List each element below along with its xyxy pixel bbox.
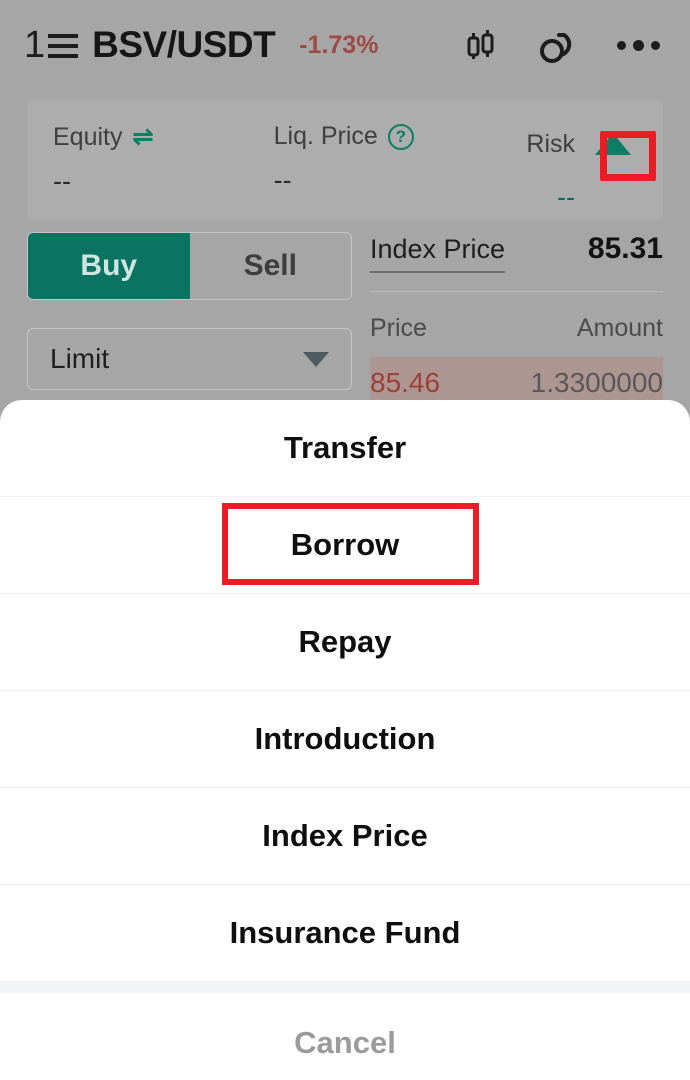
help-circle-icon[interactable]: ?	[387, 123, 414, 150]
header-left-group: 1 BSV/USDT -1.73%	[24, 24, 461, 66]
sell-tab[interactable]: Sell	[190, 233, 352, 299]
account-stats-row: Equity ⇌ -- Liq. Price ? -- Risk --	[53, 122, 637, 213]
equity-stat[interactable]: Equity ⇌ --	[53, 122, 274, 213]
action-sheet-item-repay[interactable]: Repay	[0, 594, 690, 691]
index-price-value: 85.31	[587, 232, 663, 265]
action-sheet-item-introduction[interactable]: Introduction	[0, 691, 690, 788]
equity-value: --	[53, 166, 71, 196]
candlestick-chart-icon[interactable]	[461, 25, 501, 65]
pair-list-icon-bars	[48, 34, 79, 62]
app-header: 1 BSV/USDT -1.73%	[0, 0, 690, 90]
chevron-down-icon	[303, 351, 329, 367]
price-change-badge: -1.73%	[299, 30, 379, 59]
action-sheet-item-insurance-fund[interactable]: Insurance Fund	[0, 885, 690, 982]
order-book-header: Price Amount	[370, 292, 663, 357]
equity-label: Equity	[53, 122, 123, 151]
liq-price-value: --	[273, 165, 292, 195]
order-book-panel: Index Price 85.31 Price Amount 85.46 1.3…	[370, 232, 663, 409]
order-book-price: 85.46	[370, 367, 441, 398]
index-price-label: Index Price	[370, 234, 506, 273]
action-sheet-separator	[0, 982, 690, 993]
app-root: 1 BSV/USDT -1.73% Equity ⇌ -- Liq. Price…	[0, 0, 690, 1080]
action-sheet: Transfer Borrow Repay Introduction Index…	[0, 400, 690, 1080]
risk-label: Risk	[526, 129, 575, 158]
pair-list-icon[interactable]: 1	[24, 24, 79, 66]
buy-tab[interactable]: Buy	[28, 233, 190, 299]
index-price-row[interactable]: Index Price 85.31	[370, 232, 663, 285]
liq-price-stat: Liq. Price ? --	[274, 122, 527, 213]
buy-sell-toggle: Buy Sell	[27, 232, 352, 300]
order-book-col-amount: Amount	[576, 314, 663, 342]
order-book-col-price: Price	[370, 314, 427, 342]
header-right-group	[461, 25, 666, 65]
pair-list-icon-digit: 1	[24, 24, 45, 66]
action-sheet-item-transfer[interactable]: Transfer	[0, 400, 690, 497]
risk-highlight-box	[600, 131, 656, 181]
order-type-value: Limit	[50, 343, 110, 374]
action-sheet-item-index-price[interactable]: Index Price	[0, 788, 690, 885]
equity-label-group: Equity ⇌	[53, 122, 274, 152]
link-icon[interactable]	[537, 25, 581, 65]
liq-price-label: Liq. Price	[273, 122, 378, 150]
risk-value: --	[557, 182, 575, 212]
order-book-amount: 1.3300000	[530, 367, 663, 398]
account-stats-card: Equity ⇌ -- Liq. Price ? -- Risk --	[27, 100, 663, 220]
page-title[interactable]: BSV/USDT	[92, 24, 276, 66]
order-type-select[interactable]: Limit	[27, 328, 352, 390]
swap-icon[interactable]: ⇌	[132, 122, 153, 152]
more-options-icon[interactable]	[617, 39, 660, 51]
action-sheet-item-borrow[interactable]: Borrow	[0, 497, 690, 594]
cancel-button[interactable]: Cancel	[0, 993, 690, 1080]
liq-price-label-group: Liq. Price ?	[274, 122, 527, 151]
